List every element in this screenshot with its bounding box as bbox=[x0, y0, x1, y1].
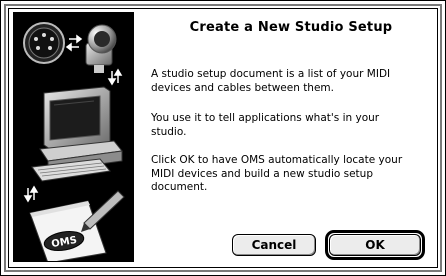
document-icon: OMS bbox=[29, 190, 125, 261]
midi-plug-icon bbox=[85, 24, 117, 73]
ok-button[interactable]: OK bbox=[329, 234, 421, 256]
setup-illustration: OMS bbox=[13, 12, 134, 262]
computer-icon bbox=[31, 86, 123, 182]
description-paragraph-3: Click OK to have OMS automatically locat… bbox=[151, 154, 403, 193]
description-paragraph-1: A studio setup document is a list of you… bbox=[151, 68, 391, 94]
dialog-title: Create a New Studio Setup bbox=[189, 20, 393, 35]
arrows-icon bbox=[65, 34, 83, 52]
dialog-window: OMS Create a New Studio Setup A studio s… bbox=[0, 0, 446, 276]
midi-connector-icon bbox=[23, 22, 65, 64]
updown-arrows-icon bbox=[107, 68, 123, 86]
description-paragraph-2: You use it to tell applications what's i… bbox=[151, 112, 380, 138]
cancel-button[interactable]: Cancel bbox=[232, 234, 316, 256]
updown-arrows-icon-2 bbox=[23, 185, 39, 203]
